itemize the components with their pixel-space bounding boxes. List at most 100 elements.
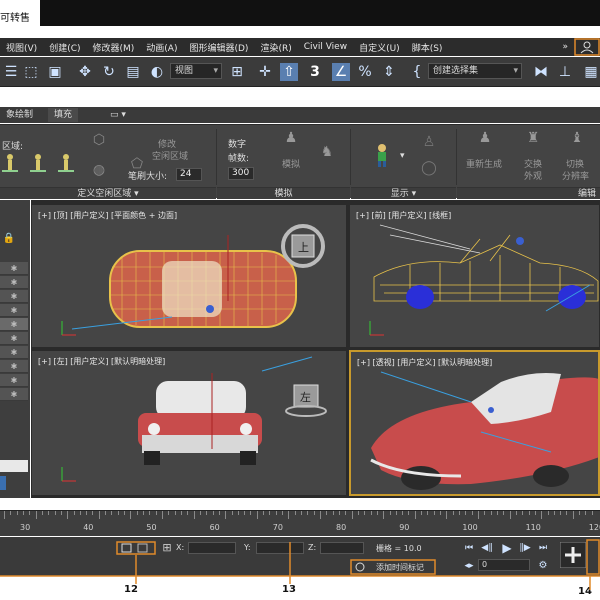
timeline-tick (414, 511, 416, 519)
timeline-tick (155, 511, 157, 515)
timeline-tick-label: 30 (20, 523, 31, 532)
snaps-toggle-icon[interactable]: 3 (306, 63, 324, 81)
place-icon[interactable]: ◐ (148, 63, 166, 81)
select-manipulate-icon[interactable]: ✛ (256, 63, 274, 81)
lock-icon[interactable]: 🔒 (0, 230, 18, 248)
align-icon[interactable]: ⊥ (556, 63, 574, 81)
spinner-snap-icon[interactable]: ⇕ (380, 63, 398, 81)
absolute-mode-icon[interactable]: ⊞ (158, 539, 176, 557)
time-config-icon[interactable]: ⚙ (534, 557, 552, 575)
tab-object-paint[interactable]: 象绘制 (0, 108, 39, 122)
timeline-tick (269, 511, 271, 515)
menu-overflow-button[interactable]: » (556, 42, 574, 52)
angle-snap-icon[interactable]: ∠ (332, 63, 350, 81)
current-frame-field[interactable]: 0 (478, 559, 530, 571)
group-define-idle-area[interactable]: 定义空闲区域 ▾ (0, 187, 216, 199)
play-icon[interactable]: ▶ (498, 539, 516, 557)
viewport-perspective[interactable]: [+] [透视] [用户定义] [默认明暗处理] (349, 350, 600, 496)
simulate-icon[interactable]: ♟ (282, 129, 300, 147)
list-item[interactable]: ✱ (0, 374, 28, 387)
named-selection-dropdown[interactable]: 创建选择集 ▾ (428, 63, 522, 79)
list-item[interactable]: ✱ (0, 304, 28, 317)
menu-view[interactable]: 视图(V) (0, 41, 43, 54)
keyboard-shortcut-icon[interactable]: ⇧ (280, 63, 298, 81)
status-right-icons[interactable] (586, 539, 600, 575)
menu-scripting[interactable]: 脚本(S) (406, 41, 449, 54)
y-coordinate-field[interactable] (256, 542, 304, 554)
regenerate-button-label[interactable]: 重新生成 (466, 157, 502, 170)
key-mode-icon[interactable]: ◂▸ (460, 557, 478, 575)
x-coordinate-field[interactable] (188, 542, 236, 554)
timeline-tick (402, 511, 404, 515)
list-item[interactable]: ✱ (0, 332, 28, 345)
display-dropdown-icon[interactable]: ▾ (400, 151, 405, 161)
swap-icon[interactable]: ♜ (524, 129, 542, 147)
scale-icon[interactable]: ▤ (124, 63, 142, 81)
menu-civil-view[interactable]: Civil View (298, 42, 353, 52)
go-to-start-icon[interactable]: ⏮ (460, 539, 478, 557)
simulate-extra-icon[interactable]: ♞ (318, 143, 336, 161)
z-coordinate-field[interactable] (320, 542, 364, 554)
time-slider[interactable]: 30 40 50 60 70 80 90 100 110 120 (0, 510, 600, 536)
people-figures-icon[interactable] (0, 149, 80, 175)
timeline-tick (288, 511, 290, 519)
frames-field[interactable]: 300 (228, 167, 254, 180)
viewcube-top[interactable]: 上 (278, 221, 328, 271)
tab-populate[interactable]: 填充 (48, 108, 79, 122)
menu-customize[interactable]: 自定义(U) (353, 41, 406, 54)
viewport-left[interactable]: [+] [左] [用户定义] [默认明暗处理] 左 (31, 350, 347, 496)
add-time-tag-label[interactable]: 添加时间标记 (376, 562, 424, 573)
regenerate-icon[interactable]: ♟ (476, 129, 494, 147)
ribbon-options-icon[interactable]: ▭ ▾ (104, 108, 132, 122)
user-account-icon[interactable] (574, 38, 600, 56)
next-frame-icon[interactable]: ∥▶ (516, 539, 534, 557)
selection-lock-icon[interactable] (116, 541, 156, 555)
viewport-top[interactable]: [+] [顶] [用户定义] [平面颜色 + 边面] 上 (31, 204, 347, 348)
timeline-tick (41, 511, 43, 515)
reference-coord-dropdown[interactable]: 视图 ▾ (170, 63, 222, 79)
free-area-icon[interactable]: ⬡ (90, 131, 108, 149)
circle-area-icon[interactable]: ◍ (90, 161, 108, 179)
person-display-icon[interactable] (372, 143, 392, 167)
switch-res-icon[interactable]: ♝ (568, 129, 586, 147)
timeline-tick (376, 511, 378, 515)
list-item[interactable]: ✱ (0, 262, 28, 275)
layer-explorer-icon[interactable]: ▦ (582, 63, 600, 81)
panel-scroll-indicator[interactable] (0, 476, 6, 490)
window-crossing-icon[interactable]: ▣ (46, 63, 64, 81)
list-item[interactable]: ✱ (0, 318, 28, 331)
menu-animation[interactable]: 动画(A) (140, 41, 183, 54)
group-display[interactable]: 显示 ▾ (351, 187, 456, 199)
list-item[interactable]: ✱ (0, 388, 28, 401)
panel-slider[interactable] (0, 460, 28, 472)
select-region-icon[interactable]: ⬚ (22, 63, 40, 81)
menu-modifiers[interactable]: 修改器(M) (87, 41, 141, 54)
previous-frame-icon[interactable]: ◀︎∥ (478, 539, 496, 557)
edit-named-selection-icon[interactable]: { (408, 63, 426, 81)
go-to-end-icon[interactable]: ⏭ (534, 539, 552, 557)
timeline-tick (579, 511, 581, 515)
list-item[interactable]: ✱ (0, 360, 28, 373)
timeline-tick (338, 511, 340, 515)
timeline-tick (149, 511, 151, 515)
timeline-tick (478, 511, 479, 519)
display-ghost-icon[interactable]: ♙ (420, 133, 438, 151)
menu-graph-editors[interactable]: 图形编辑器(D) (183, 41, 254, 54)
brush-size-field[interactable]: 24 (176, 168, 202, 181)
mirror-icon[interactable]: ⧓ (532, 63, 550, 81)
menu-rendering[interactable]: 渲染(R) (254, 41, 297, 54)
list-item[interactable]: ✱ (0, 276, 28, 289)
percent-snap-icon[interactable]: % (356, 63, 374, 81)
rotate-icon[interactable]: ↻ (100, 63, 118, 81)
viewcube-left[interactable]: 左 (284, 381, 340, 421)
move-icon[interactable]: ✥ (76, 63, 94, 81)
list-item[interactable]: ✱ (0, 346, 28, 359)
viewport-front[interactable]: [+] [前] [用户定义] [线框] (349, 204, 600, 348)
add-create-button[interactable] (560, 542, 586, 568)
pivot-center-icon[interactable]: ⊞ (228, 63, 246, 81)
display-ghost-disc-icon[interactable]: ◯ (420, 159, 438, 177)
menu-create[interactable]: 创建(C) (43, 41, 86, 54)
list-item[interactable]: ✱ (0, 290, 28, 303)
simulate-button-label[interactable]: 模拟 (282, 157, 300, 170)
select-filter-icon[interactable]: ☰ (2, 63, 20, 81)
